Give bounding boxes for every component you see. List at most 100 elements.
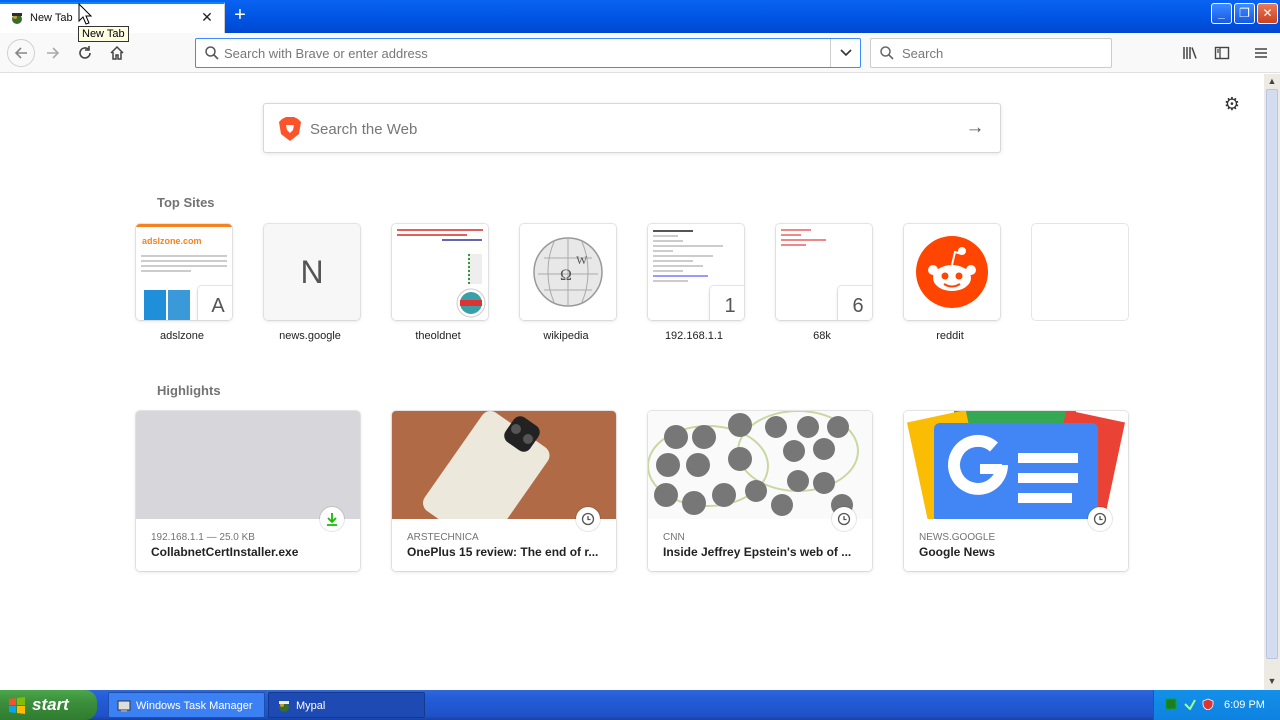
tab-title: New Tab: [30, 12, 73, 24]
scrollbar-thumb[interactable]: [1266, 89, 1278, 659]
card-source: NEWS.GOOGLE: [919, 532, 996, 543]
thumbnail-block: [144, 290, 166, 320]
highlight-card-google-news[interactable]: NEWS.GOOGLE Google News: [904, 411, 1128, 571]
thumbnail-site-text: adslzone.com: [142, 236, 202, 246]
card-title: OnePlus 15 review: The end of r...: [407, 545, 599, 559]
network-icon[interactable]: [1184, 698, 1196, 710]
library-icon: [1183, 47, 1197, 59]
top-site-label[interactable]: 68k: [758, 330, 886, 342]
close-tab-icon[interactable]: ✕: [199, 9, 215, 25]
highlight-card-cnn[interactable]: CNN Inside Jeffrey Epstein's web of ...: [648, 411, 872, 571]
highlights-heading: Highlights: [157, 383, 221, 398]
highlight-card-arstechnica[interactable]: ARSTECHNICA OnePlus 15 review: The end o…: [392, 411, 616, 571]
navigation-toolbar: [0, 33, 1280, 73]
tab-strip: New Tab ✕ + _ ❐ ✕: [0, 0, 1280, 33]
top-site-tile-reddit[interactable]: [904, 224, 1000, 320]
top-site-tile-68k[interactable]: 6: [776, 224, 872, 320]
top-site-label[interactable]: wikipedia: [502, 330, 630, 342]
top-site-label[interactable]: adslzone: [118, 330, 246, 342]
svg-text:Ω: Ω: [560, 267, 572, 284]
taskbar-item-mypal[interactable]: Mypal: [268, 692, 425, 718]
address-input[interactable]: [224, 43, 824, 63]
clock-icon[interactable]: [576, 507, 600, 531]
wikipedia-globe-icon: Ω W: [533, 237, 603, 307]
top-site-label[interactable]: 192.168.1.1: [630, 330, 758, 342]
back-button[interactable]: [7, 39, 35, 67]
system-tray: 6:09 PM: [1153, 690, 1280, 720]
card-thumbnail: [648, 411, 872, 519]
tile-letter: N: [300, 253, 324, 290]
sidebar-button[interactable]: [1210, 41, 1234, 65]
start-button[interactable]: start: [0, 690, 97, 720]
mypal-icon: [279, 701, 289, 712]
search-bar[interactable]: [870, 38, 1112, 68]
top-site-tile-empty[interactable]: [1032, 224, 1128, 320]
reload-button[interactable]: [73, 41, 97, 65]
card-source: 192.168.1.1 — 25.0 KB: [151, 532, 255, 543]
mouse-cursor-icon: [78, 3, 92, 25]
highlight-card-download[interactable]: 192.168.1.1 — 25.0 KB CollabnetCertInsta…: [136, 411, 360, 571]
card-thumbnail: [392, 411, 616, 519]
security-shield-icon[interactable]: [1202, 698, 1214, 710]
search-input[interactable]: [902, 44, 1102, 62]
web-search-input[interactable]: [310, 118, 910, 140]
top-site-label[interactable]: news.google: [246, 330, 374, 342]
taskbar-item-label: Mypal: [296, 700, 326, 712]
theoldnet-logo-icon: [456, 288, 486, 318]
thumbnail-lines: [776, 226, 872, 249]
top-site-tile-wikipedia[interactable]: Ω W: [520, 224, 616, 320]
top-site-tile-theoldnet[interactable]: [392, 224, 488, 320]
new-tab-page: ⚙ → Top Sites adslzone.com A adslzone N …: [0, 74, 1264, 690]
tile-badge: A: [198, 286, 232, 320]
restore-button[interactable]: ❐: [1234, 3, 1255, 24]
windows-flag-icon: [9, 697, 25, 714]
mypal-icon: [12, 13, 22, 24]
arrow-right-icon: [47, 47, 60, 59]
download-icon[interactable]: [320, 507, 344, 531]
gear-icon[interactable]: ⚙: [1222, 94, 1242, 114]
top-site-label[interactable]: reddit: [886, 330, 1014, 342]
forward-button[interactable]: [41, 41, 65, 65]
reload-icon: [79, 46, 91, 59]
arrow-right-icon[interactable]: →: [964, 117, 986, 139]
minimize-button[interactable]: _: [1211, 3, 1232, 24]
thumbnail-block: [468, 254, 482, 284]
start-label: start: [32, 695, 69, 714]
menu-button[interactable]: [1249, 41, 1273, 65]
card-title: CollabnetCertInstaller.exe: [151, 545, 299, 559]
library-button[interactable]: [1178, 41, 1202, 65]
top-site-tile-news-google[interactable]: N: [264, 224, 360, 320]
home-button[interactable]: [105, 41, 129, 65]
tab-tooltip: New Tab: [78, 26, 129, 42]
taskbar-item-label: Windows Task Manager: [136, 700, 253, 712]
clock-icon[interactable]: [1088, 507, 1112, 531]
thumbnail-lines: [648, 227, 744, 285]
clock-icon[interactable]: [832, 507, 856, 531]
top-sites-heading: Top Sites: [157, 195, 215, 210]
home-icon: [110, 45, 124, 60]
chevron-down-icon[interactable]: [830, 39, 860, 67]
search-icon: [205, 46, 219, 60]
tile-badge: 6: [838, 286, 872, 320]
vertical-scrollbar[interactable]: ▲ ▼: [1264, 74, 1280, 690]
search-icon: [880, 46, 894, 60]
card-thumbnail: [136, 411, 360, 519]
close-window-button[interactable]: ✕: [1257, 3, 1278, 24]
top-site-tile-adslzone[interactable]: adslzone.com A: [136, 224, 232, 320]
thumbnail-lines: [136, 252, 232, 275]
new-tab-button[interactable]: +: [229, 5, 251, 27]
hamburger-icon: [1255, 48, 1267, 58]
task-manager-tray-icon[interactable]: [1165, 698, 1177, 710]
top-site-label[interactable]: theoldnet: [374, 330, 502, 342]
top-site-tile-router[interactable]: 1: [648, 224, 744, 320]
scroll-down-icon[interactable]: ▼: [1265, 674, 1279, 688]
taskbar-item-task-manager[interactable]: Windows Task Manager: [108, 692, 265, 718]
web-search-box[interactable]: →: [263, 103, 1001, 153]
thumbnail-bar: [136, 224, 232, 227]
thumbnail-block: [168, 290, 190, 320]
address-bar[interactable]: [195, 38, 861, 68]
sidebar-icon: [1214, 46, 1230, 60]
scroll-up-icon[interactable]: ▲: [1265, 74, 1279, 88]
brave-lion-icon: [279, 117, 301, 141]
card-title: Inside Jeffrey Epstein's web of ...: [663, 545, 852, 559]
